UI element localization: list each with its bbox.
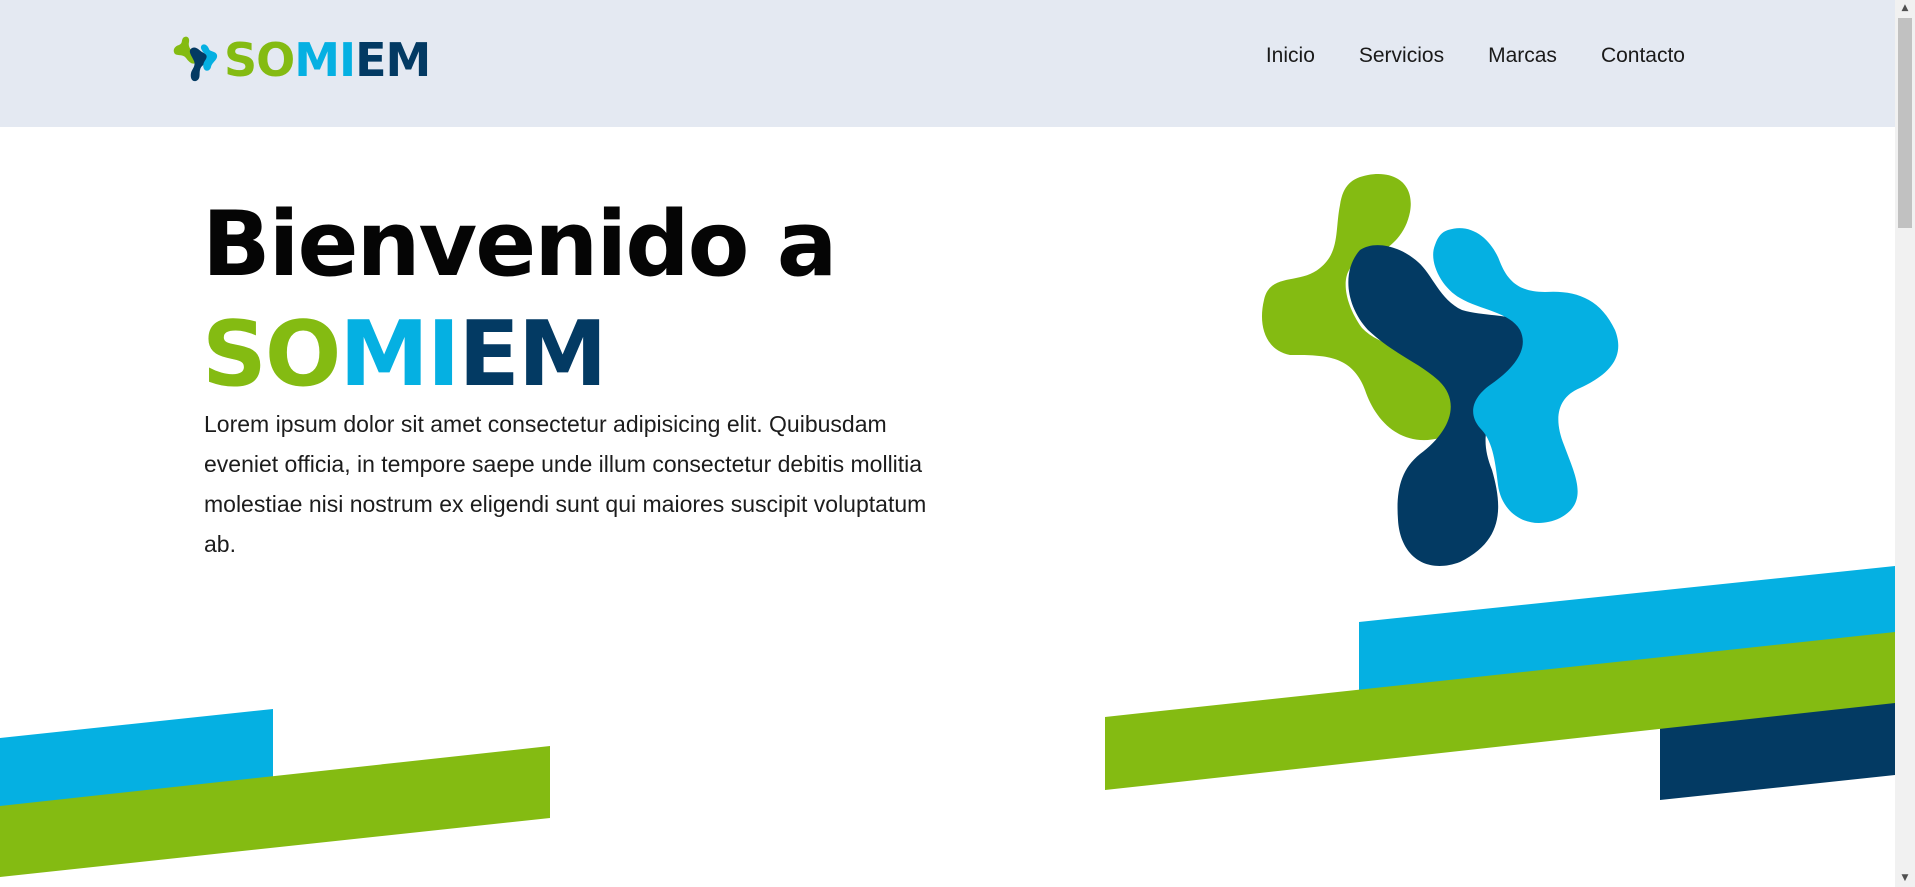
scrollbar-thumb[interactable] [1898, 18, 1912, 228]
triangle-down-icon[interactable]: ▼ [1895, 870, 1915, 887]
vertical-scrollbar[interactable]: ▲ ▼ [1895, 0, 1915, 887]
triangle-up-icon[interactable]: ▲ [1895, 0, 1915, 17]
hero-puzzle-cross-icon [1261, 174, 1619, 566]
